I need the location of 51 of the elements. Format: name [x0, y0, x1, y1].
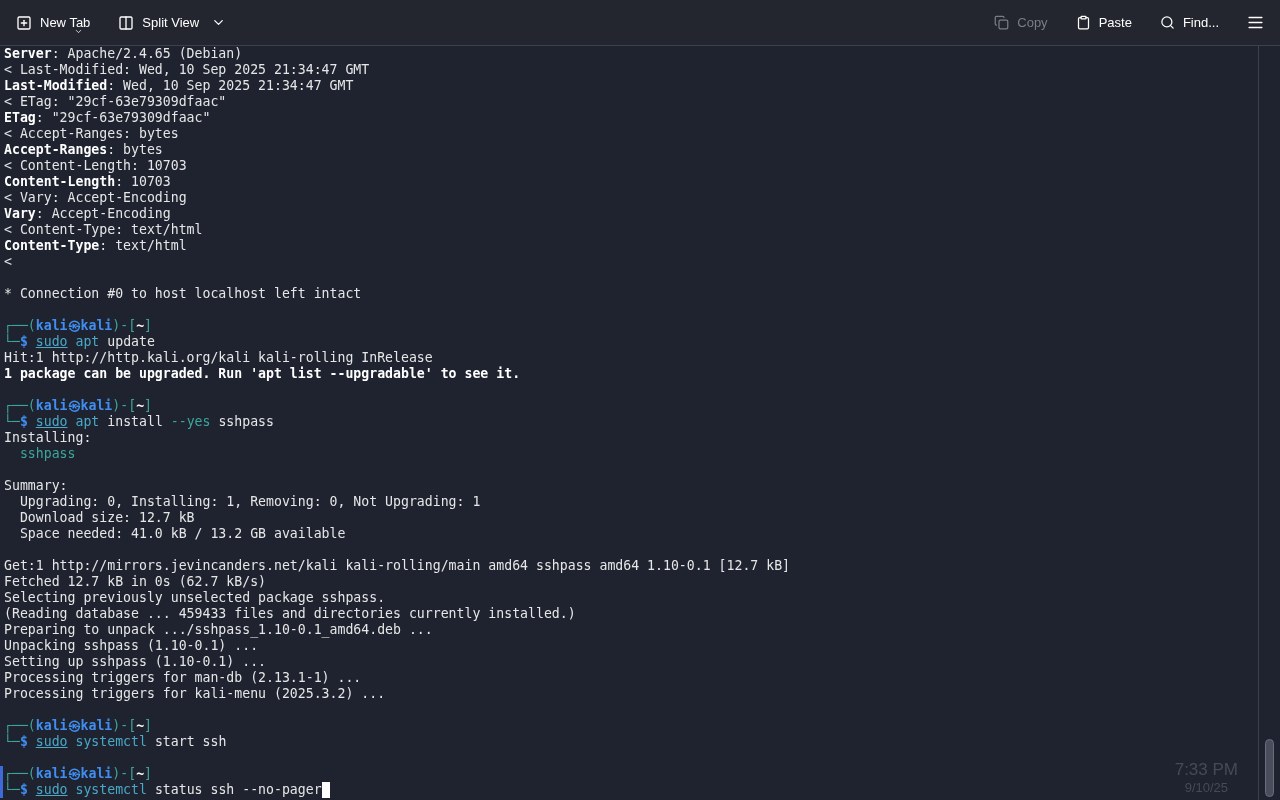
terminal-line: Summary: [4, 478, 68, 494]
terminal-line: < Vary: Accept-Encoding [4, 190, 187, 206]
terminal-line: < Content-Length: 10703 [4, 158, 187, 174]
terminal-line: ┌──(kali㉿kali)-[~] [4, 766, 153, 782]
terminal-line: * Connection #0 to host localhost left intact [4, 286, 362, 302]
terminal-line: ETag: "29cf-63e79309dfaac" [4, 110, 211, 126]
clipboard-icon [1075, 15, 1091, 30]
terminal-line: ┌──(kali㉿kali)-[~] [4, 318, 153, 334]
terminal-line: < Last-Modified: Wed, 10 Sep 2025 21:34:47 GMT [4, 62, 370, 78]
terminal-line: Installing: [4, 430, 92, 446]
terminal-line: Accept-Ranges: bytes [4, 142, 163, 158]
paste-button[interactable]: Paste [1067, 8, 1140, 37]
terminal-line: Unpacking sshpass (1.10-0.1) ... [4, 638, 259, 654]
scrollbar-thumb[interactable] [1265, 739, 1274, 797]
find-button[interactable]: Find... [1151, 8, 1227, 37]
terminal-line: < Accept-Ranges: bytes [4, 126, 179, 142]
terminal-line: Upgrading: 0, Installing: 1, Removing: 0, Not Upgrading: 1 [18, 494, 481, 510]
terminal-line: < [4, 254, 12, 270]
new-tab-icon [16, 14, 32, 31]
terminal-line: Content-Type: text/html [4, 238, 187, 254]
command-line: └─$ sudo apt install --yes sshpass [4, 414, 274, 430]
terminal-line: Processing triggers for kali-menu (2025.3.2) ... [4, 686, 386, 702]
command-line: └─$ sudo systemctl start ssh [4, 734, 227, 750]
copy-icon [994, 15, 1010, 30]
new-tab-button[interactable]: New Tab [8, 8, 99, 37]
terminal-line: < ETag: "29cf-63e79309dfaac" [4, 94, 227, 110]
terminal-line: Preparing to unpack .../sshpass_1.10-0.1_amd64.deb ... [4, 622, 433, 638]
terminal-line: Get:1 http://mirrors.jevincanders.net/kali kali-rolling/main amd64 sshpass amd64 1.10-0.1 [12.7 kB] [4, 558, 790, 574]
terminal-line: 1 package can be upgraded. Run 'apt list --upgradable' to see it. [4, 366, 521, 382]
terminal-line: < Content-Type: text/html [4, 222, 203, 238]
terminal-line: Selecting previously unselected package sshpass. [4, 590, 386, 606]
terminal-line: (Reading database ... 459433 files and directories currently installed.) [4, 606, 576, 622]
terminal-line: Space needed: 41.0 kB / 13.2 GB available [18, 526, 346, 542]
terminal-line: Vary: Accept-Encoding [4, 206, 171, 222]
terminal-line: ┌──(kali㉿kali)-[~] [4, 718, 153, 734]
terminal-line: Server: Apache/2.4.65 (Debian) [4, 46, 243, 62]
terminal-line: Hit:1 http://http.kali.org/kali kali-rolling InRelease [4, 350, 433, 366]
terminal-line: Processing triggers for man-db (2.13.1-1) ... [4, 670, 362, 686]
split-view-button[interactable]: Split View [110, 8, 235, 37]
command-line: └─$ sudo systemctl status ssh --no-pager [4, 782, 330, 798]
split-view-icon [118, 14, 135, 31]
terminal-line: Setting up sshpass (1.10-0.1) ... [4, 654, 266, 670]
terminal-line: ┌──(kali㉿kali)-[~] [4, 398, 153, 414]
terminal-line: sshpass [18, 446, 76, 462]
terminal-line: Fetched 12.7 kB in 0s (62.7 kB/s) [4, 574, 266, 590]
terminal-line: Last-Modified: Wed, 10 Sep 2025 21:34:47 GMT [4, 78, 354, 94]
menu-icon [1247, 14, 1264, 31]
terminal-line: Content-Length: 10703 [4, 174, 171, 190]
terminal-line: Download size: 12.7 kB [18, 510, 195, 526]
search-icon [1159, 15, 1175, 30]
command-line: └─$ sudo apt update [4, 334, 155, 350]
